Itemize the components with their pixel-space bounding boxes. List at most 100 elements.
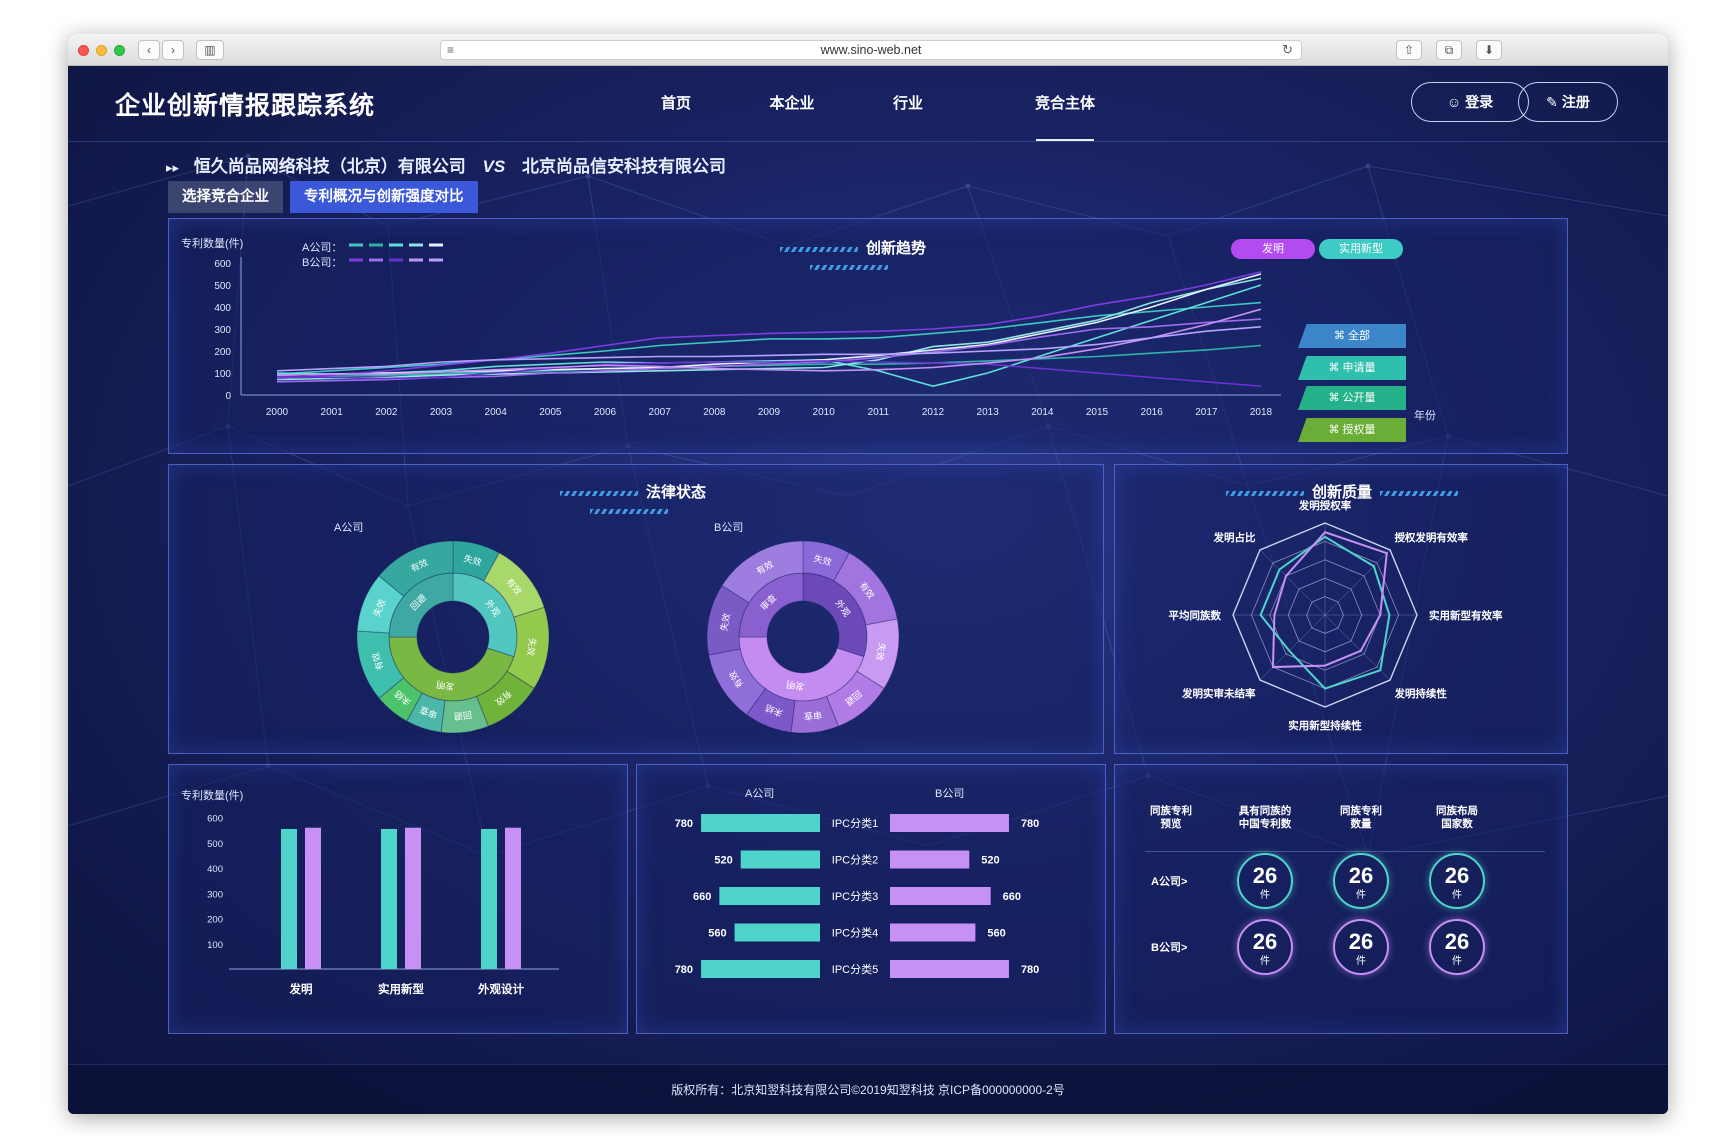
- side-tag-publications[interactable]: ⌘ 公开量: [1298, 386, 1406, 410]
- y-tick-label: 500: [207, 839, 223, 850]
- x-tick-label: 2015: [1086, 407, 1109, 418]
- x-tick-label: 2006: [594, 407, 617, 418]
- legal-donut-charts: 外观发明回避失效有效失效有效回避审查未结有效失效有效外观发明审查失效有效失效回避…: [356, 540, 900, 734]
- nav-industry[interactable]: 行业: [848, 92, 968, 113]
- close-window-icon[interactable]: [78, 45, 89, 56]
- tabs-icon: ⧉: [1444, 43, 1454, 57]
- family-count-value: 26: [1444, 929, 1470, 954]
- sidebar-toggle-button[interactable]: ▥: [196, 40, 224, 60]
- side-tag-all[interactable]: ⌘ 全部: [1298, 324, 1406, 348]
- share-button[interactable]: ⇧: [1396, 40, 1422, 60]
- tab-select-competitor[interactable]: 选择竞合企业: [168, 181, 283, 213]
- nav-home[interactable]: 首页: [616, 92, 736, 113]
- family-header-cell: 同族专利 数量: [1340, 805, 1382, 830]
- maximize-window-icon[interactable]: [114, 45, 125, 56]
- family-count-circle: 26 件: [1333, 919, 1389, 975]
- ipc-bar-a: [701, 814, 820, 832]
- x-tick-label: 2011: [868, 407, 890, 418]
- url-text: www.sino-web.net: [820, 43, 922, 57]
- radar-axis-label: 发明持续性: [1393, 687, 1447, 700]
- login-button[interactable]: ☺ 登录: [1411, 82, 1529, 122]
- y-tick-label: 300: [207, 889, 223, 900]
- ipc-bar-a: [740, 850, 820, 869]
- patent-type-bar-chart: 100 200 300 400 500 600 发明 实用新型 外观设计: [207, 814, 559, 996]
- family-count-circle: 26 件: [1237, 853, 1293, 909]
- address-bar[interactable]: ≡ www.sino-web.net ↻: [440, 40, 1302, 60]
- quality-radar-chart: 发明授权率授权发明有效率实用新型有效率发明持续性实用新型持续性 发明实审未结率 平均…: [1169, 499, 1503, 732]
- patent-type-panel: 专利数量(件) 100 200 300 400 500 600 发明 实用新型 外观设计: [168, 764, 628, 1034]
- side-tag-applications[interactable]: ⌘ 申请量: [1298, 356, 1406, 380]
- x-tick-label: 2008: [703, 407, 726, 418]
- share-icon: ⇧: [1403, 43, 1415, 57]
- ipc-bar-b: [890, 850, 970, 869]
- legal-status-panel: 法律状态 A公司 B公司 外观 发明 回避 失效 有效 失效 有效 回避 审查 未结 有效 失效 有效外…: [168, 464, 1104, 754]
- donut-B-outer-slice-label: 审查: [803, 709, 822, 722]
- family-row-label[interactable]: A公司>: [1151, 873, 1187, 889]
- comparison-header: ▸▸ 恒久尚品网络科技（北京）有限公司 VS 北京尚品信安科技有限公司: [166, 152, 726, 177]
- ipc-value-a: 780: [675, 964, 693, 976]
- chevron-right-icon: ›: [171, 43, 175, 57]
- forward-button[interactable]: ›: [162, 40, 184, 60]
- bar-外观设计-A公司: [481, 828, 497, 969]
- chevron-left-icon: ‹: [147, 43, 151, 57]
- ipc-value-b: 560: [987, 928, 1005, 940]
- bar-发明-A公司: [281, 828, 297, 969]
- nav-own-company[interactable]: 本企业: [732, 92, 852, 113]
- x-tick-label: 2000: [266, 407, 289, 418]
- register-button[interactable]: ✎ 注册: [1518, 82, 1618, 122]
- bar-外观设计-B公司: [505, 827, 521, 969]
- tabs-button[interactable]: ⧉: [1436, 40, 1462, 60]
- bar-发明-B公司: [305, 827, 321, 969]
- active-nav-underline: [1036, 139, 1094, 141]
- ipc-panel: A公司 B公司 780 IPC分类1 780 520 IPC分类2 520 660 IPC分类…: [636, 764, 1106, 1034]
- back-button[interactable]: ‹: [138, 40, 160, 60]
- x-tick-label: 实用新型: [378, 982, 424, 996]
- patent-family-panel: 同族专利 预览 具有同族的 中国专利数 同族专利 数量 同族布局 国家数 A公司> 26…: [1114, 764, 1568, 1034]
- tab-patent-overview[interactable]: 专利概况与创新强度对比: [290, 181, 478, 213]
- donut-A-outer-slice-label: 失效: [525, 637, 538, 656]
- x-tick-label: 外观设计: [477, 982, 524, 996]
- family-count-value: 26: [1252, 863, 1278, 888]
- grid-icon: ⌘: [1328, 362, 1343, 374]
- radar-axis-label: 实用新型有效率: [1429, 609, 1503, 622]
- browser-toolbar: ‹ › ▥ ≡ www.sino-web.net ↻ ⇧ ⧉ ⬇: [68, 34, 1668, 66]
- y-tick-label: 600: [207, 814, 223, 825]
- x-tick-label: 2013: [977, 407, 1000, 418]
- ipc-bar-b: [890, 814, 1009, 832]
- reader-icon: ≡: [447, 43, 455, 57]
- y-tick-label: 200: [214, 347, 231, 358]
- family-count-value: 26: [1348, 863, 1374, 888]
- radar-axis-label: 发明实审未结率: [1181, 687, 1256, 700]
- sidebar-icon: ▥: [204, 43, 216, 57]
- ipc-value-b: 660: [1003, 891, 1021, 903]
- x-tick-label: 2012: [922, 407, 945, 418]
- reload-icon[interactable]: ↻: [1282, 41, 1293, 59]
- x-tick-label: 2003: [430, 407, 453, 418]
- x-tick-label: 2017: [1195, 407, 1218, 418]
- x-tick-label: 2018: [1250, 407, 1273, 418]
- ipc-value-b: 520: [981, 855, 999, 867]
- minimize-window-icon[interactable]: [96, 45, 107, 56]
- bar-实用新型-B公司: [405, 827, 421, 969]
- nav-competitors[interactable]: 竞合主体: [1005, 92, 1125, 113]
- downloads-button[interactable]: ⬇: [1476, 40, 1502, 60]
- family-count-unit: 件: [1260, 890, 1270, 901]
- x-tick-label: 2009: [758, 407, 781, 418]
- ipc-value-a: 560: [708, 928, 726, 940]
- ipc-bar-b: [890, 960, 1009, 978]
- family-count-value: 26: [1444, 863, 1470, 888]
- ipc-bar-a: [719, 887, 820, 905]
- ipc-value-a: 660: [693, 891, 711, 903]
- family-count-unit: 件: [1452, 956, 1462, 967]
- ipc-category-label: IPC分类3: [832, 889, 878, 903]
- family-count-circle: 26 件: [1333, 853, 1389, 909]
- radar-axis-label: 平均同族数: [1169, 609, 1222, 622]
- x-tick-label: 2005: [539, 407, 562, 418]
- y-tick-label: 200: [207, 915, 223, 926]
- family-count-circle: 26 件: [1237, 919, 1293, 975]
- donut-A-outer-slice-label: 回避: [453, 709, 472, 722]
- ipc-bar-chart: 780 IPC分类1 780 520 IPC分类2 520 660 IPC分类3 660 560 I…: [675, 814, 1039, 978]
- family-row-label[interactable]: B公司>: [1151, 939, 1187, 955]
- ipc-category-label: IPC分类1: [832, 816, 878, 830]
- side-tag-grants[interactable]: ⌘ 授权量: [1298, 418, 1406, 442]
